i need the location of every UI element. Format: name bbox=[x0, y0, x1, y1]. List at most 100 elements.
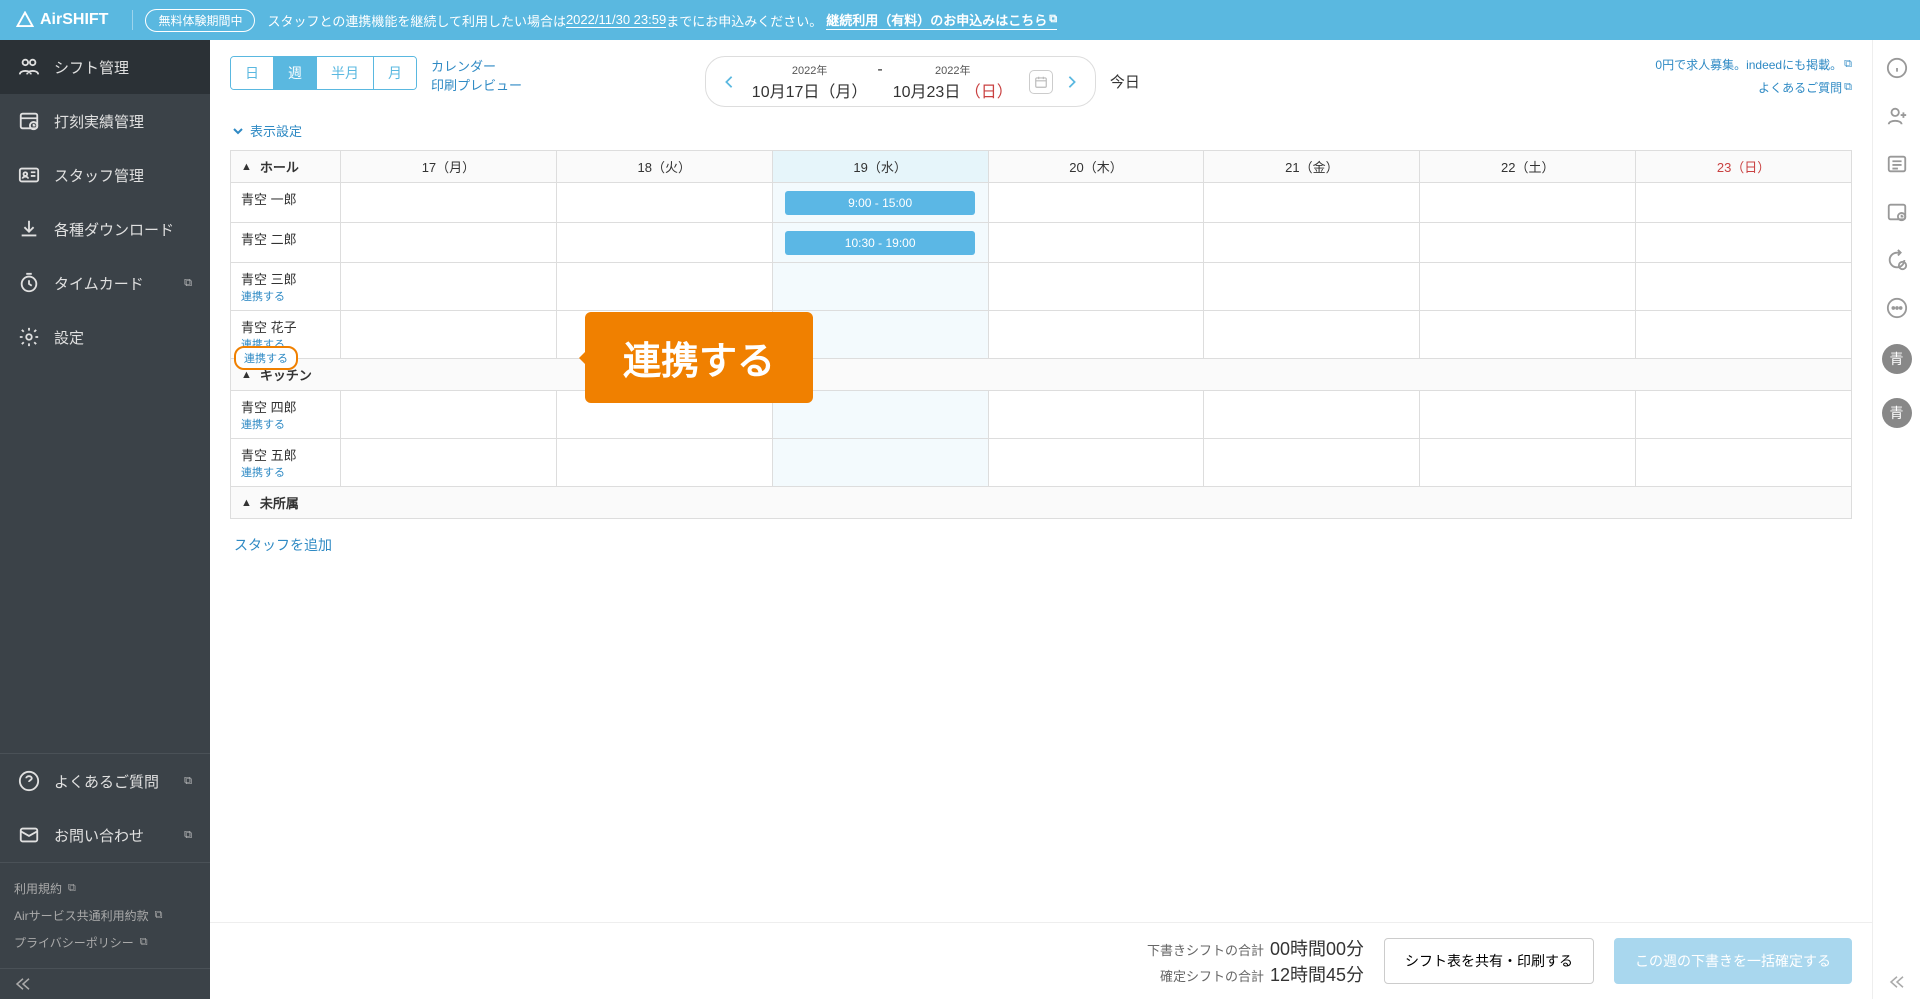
day-header: 20（木） bbox=[989, 151, 1205, 182]
shift-cell[interactable] bbox=[989, 391, 1205, 438]
shift-cell[interactable] bbox=[341, 223, 557, 262]
user-avatar[interactable]: 青 bbox=[1882, 398, 1912, 428]
main-content: 日週半月月 カレンダー 印刷プレビュー 2022年 10月17日（月） bbox=[210, 40, 1872, 999]
date-range[interactable]: 2022年 10月17日（月） - 2022年 10月23日 （日） bbox=[742, 61, 1023, 102]
sidebar-item-help-circle[interactable]: よくあるご質問 ⧉ bbox=[0, 754, 210, 808]
shift-cell[interactable] bbox=[1636, 391, 1851, 438]
shift-cell[interactable] bbox=[989, 183, 1205, 222]
shift-cell[interactable]: 9:00 - 15:00 bbox=[773, 183, 989, 222]
sidebar-item-gear[interactable]: 設定 bbox=[0, 310, 210, 364]
indeed-promo-link[interactable]: 0円で求人募集。indeedにも掲載。⧉ bbox=[1655, 56, 1852, 73]
segment-日[interactable]: 日 bbox=[231, 57, 274, 89]
group-header[interactable]: ▲未所属 bbox=[231, 486, 1851, 518]
calendar-icon[interactable] bbox=[1029, 70, 1053, 94]
shift-cell[interactable] bbox=[1204, 439, 1420, 486]
faq-link[interactable]: よくあるご質問⧉ bbox=[1655, 79, 1852, 96]
chevron-up-icon: ▲ bbox=[241, 369, 252, 381]
link-highlight-pill[interactable]: 連携する bbox=[234, 346, 298, 370]
info-icon[interactable] bbox=[1885, 56, 1909, 80]
shift-cell[interactable] bbox=[1420, 183, 1636, 222]
chevron-up-icon: ▲ bbox=[241, 161, 252, 173]
legal-link[interactable]: 利用規約⧉ bbox=[14, 875, 196, 902]
shift-cell[interactable] bbox=[1636, 311, 1851, 358]
shift-cell[interactable] bbox=[341, 391, 557, 438]
shift-cell[interactable] bbox=[341, 183, 557, 222]
list-icon[interactable] bbox=[1885, 152, 1909, 176]
schedule-icon[interactable] bbox=[1885, 200, 1909, 224]
rail-collapse[interactable] bbox=[1888, 975, 1906, 989]
link-action[interactable]: 連携する bbox=[241, 416, 330, 432]
shift-cell[interactable] bbox=[1636, 263, 1851, 310]
sidebar-item-clock-check[interactable]: 打刻実績管理 bbox=[0, 94, 210, 148]
shift-cell[interactable] bbox=[1420, 311, 1636, 358]
shift-cell[interactable] bbox=[989, 439, 1205, 486]
prev-week-button[interactable] bbox=[716, 69, 742, 95]
group-header[interactable]: ▲ホール17（月）18（火）19（水）20（木）21（金）22（土）23（日） bbox=[231, 151, 1851, 182]
shift-chip[interactable]: 9:00 - 15:00 bbox=[785, 191, 975, 215]
next-week-button[interactable] bbox=[1059, 69, 1085, 95]
shift-cell[interactable] bbox=[773, 439, 989, 486]
shift-cell[interactable] bbox=[1204, 183, 1420, 222]
sidebar-item-mail[interactable]: お問い合わせ ⧉ bbox=[0, 808, 210, 862]
add-person-icon[interactable] bbox=[1885, 104, 1909, 128]
shift-cell[interactable] bbox=[341, 439, 557, 486]
display-settings-toggle[interactable]: 表示設定 bbox=[230, 115, 1852, 150]
shift-cell[interactable] bbox=[557, 263, 773, 310]
refresh-icon[interactable] bbox=[1885, 248, 1909, 272]
shift-cell[interactable] bbox=[341, 311, 557, 358]
segment-週[interactable]: 週 bbox=[274, 57, 317, 89]
shift-cell[interactable] bbox=[1636, 223, 1851, 262]
user-avatar[interactable]: 青 bbox=[1882, 344, 1912, 374]
shift-cell[interactable] bbox=[989, 311, 1205, 358]
shift-cell[interactable] bbox=[557, 183, 773, 222]
shift-cell[interactable] bbox=[1204, 223, 1420, 262]
staff-name-cell[interactable]: 青空 三郎 連携する bbox=[231, 263, 341, 310]
link-action[interactable]: 連携する bbox=[241, 288, 330, 304]
shift-chip[interactable]: 10:30 - 19:00 bbox=[785, 231, 975, 255]
sidebar-collapse[interactable] bbox=[0, 968, 210, 999]
sidebar-item-timer[interactable]: タイムカード ⧉ bbox=[0, 256, 210, 310]
sidebar-item-users-list[interactable]: シフト管理 bbox=[0, 40, 210, 94]
sidebar-item-label: お問い合わせ bbox=[54, 825, 144, 846]
top-right-links: 0円で求人募集。indeedにも掲載。⧉ よくあるご質問⧉ bbox=[1655, 56, 1852, 96]
add-staff-link[interactable]: スタッフを追加 bbox=[230, 519, 1852, 571]
shift-cell[interactable] bbox=[1420, 263, 1636, 310]
shift-cell[interactable] bbox=[989, 263, 1205, 310]
shift-cell[interactable] bbox=[1420, 223, 1636, 262]
staff-name-cell[interactable]: 青空 五郎 連携する bbox=[231, 439, 341, 486]
shift-cell[interactable] bbox=[557, 223, 773, 262]
toolbar: 日週半月月 カレンダー 印刷プレビュー 2022年 10月17日（月） bbox=[230, 56, 1852, 115]
sidebar-item-id-card[interactable]: スタッフ管理 bbox=[0, 148, 210, 202]
share-print-button[interactable]: シフト表を共有・印刷する bbox=[1384, 938, 1594, 984]
segment-半月[interactable]: 半月 bbox=[317, 57, 374, 89]
shift-cell[interactable] bbox=[1204, 263, 1420, 310]
shift-cell[interactable] bbox=[1204, 311, 1420, 358]
shift-cell[interactable] bbox=[1420, 439, 1636, 486]
staff-name-cell[interactable]: 青空 四郎 連携する bbox=[231, 391, 341, 438]
shift-cell[interactable]: 10:30 - 19:00 bbox=[773, 223, 989, 262]
print-preview-link[interactable]: 印刷プレビュー bbox=[431, 75, 522, 94]
group-header[interactable]: ▲キッチン bbox=[231, 358, 1851, 390]
legal-link[interactable]: プライバシーポリシー⧉ bbox=[14, 929, 196, 956]
calendar-mode-link[interactable]: カレンダー bbox=[431, 56, 522, 75]
link-action[interactable]: 連携する bbox=[241, 464, 330, 480]
shift-cell[interactable] bbox=[1420, 391, 1636, 438]
today-button[interactable]: 今日 bbox=[1110, 71, 1140, 92]
shift-cell[interactable] bbox=[557, 439, 773, 486]
shift-cell[interactable] bbox=[989, 223, 1205, 262]
segment-月[interactable]: 月 bbox=[374, 57, 416, 89]
shift-cell[interactable] bbox=[341, 263, 557, 310]
staff-name-cell[interactable]: 青空 一郎 bbox=[231, 183, 341, 222]
shift-cell[interactable] bbox=[1636, 439, 1851, 486]
confirm-drafts-button[interactable]: この週の下書きを一括確定する bbox=[1614, 938, 1852, 984]
continue-link[interactable]: 継続利用（有料）のお申込みはこちら ⧉ bbox=[826, 10, 1057, 30]
legal-link[interactable]: Airサービス共通利用約款⧉ bbox=[14, 902, 196, 929]
shift-cell[interactable] bbox=[1204, 391, 1420, 438]
chat-icon[interactable] bbox=[1885, 296, 1909, 320]
staff-name-cell[interactable]: 青空 二郎 bbox=[231, 223, 341, 262]
id-card-icon bbox=[18, 164, 40, 186]
shift-cell[interactable] bbox=[773, 263, 989, 310]
shift-cell[interactable] bbox=[1636, 183, 1851, 222]
staff-row: 青空 五郎 連携する bbox=[231, 438, 1851, 486]
sidebar-item-download[interactable]: 各種ダウンロード bbox=[0, 202, 210, 256]
